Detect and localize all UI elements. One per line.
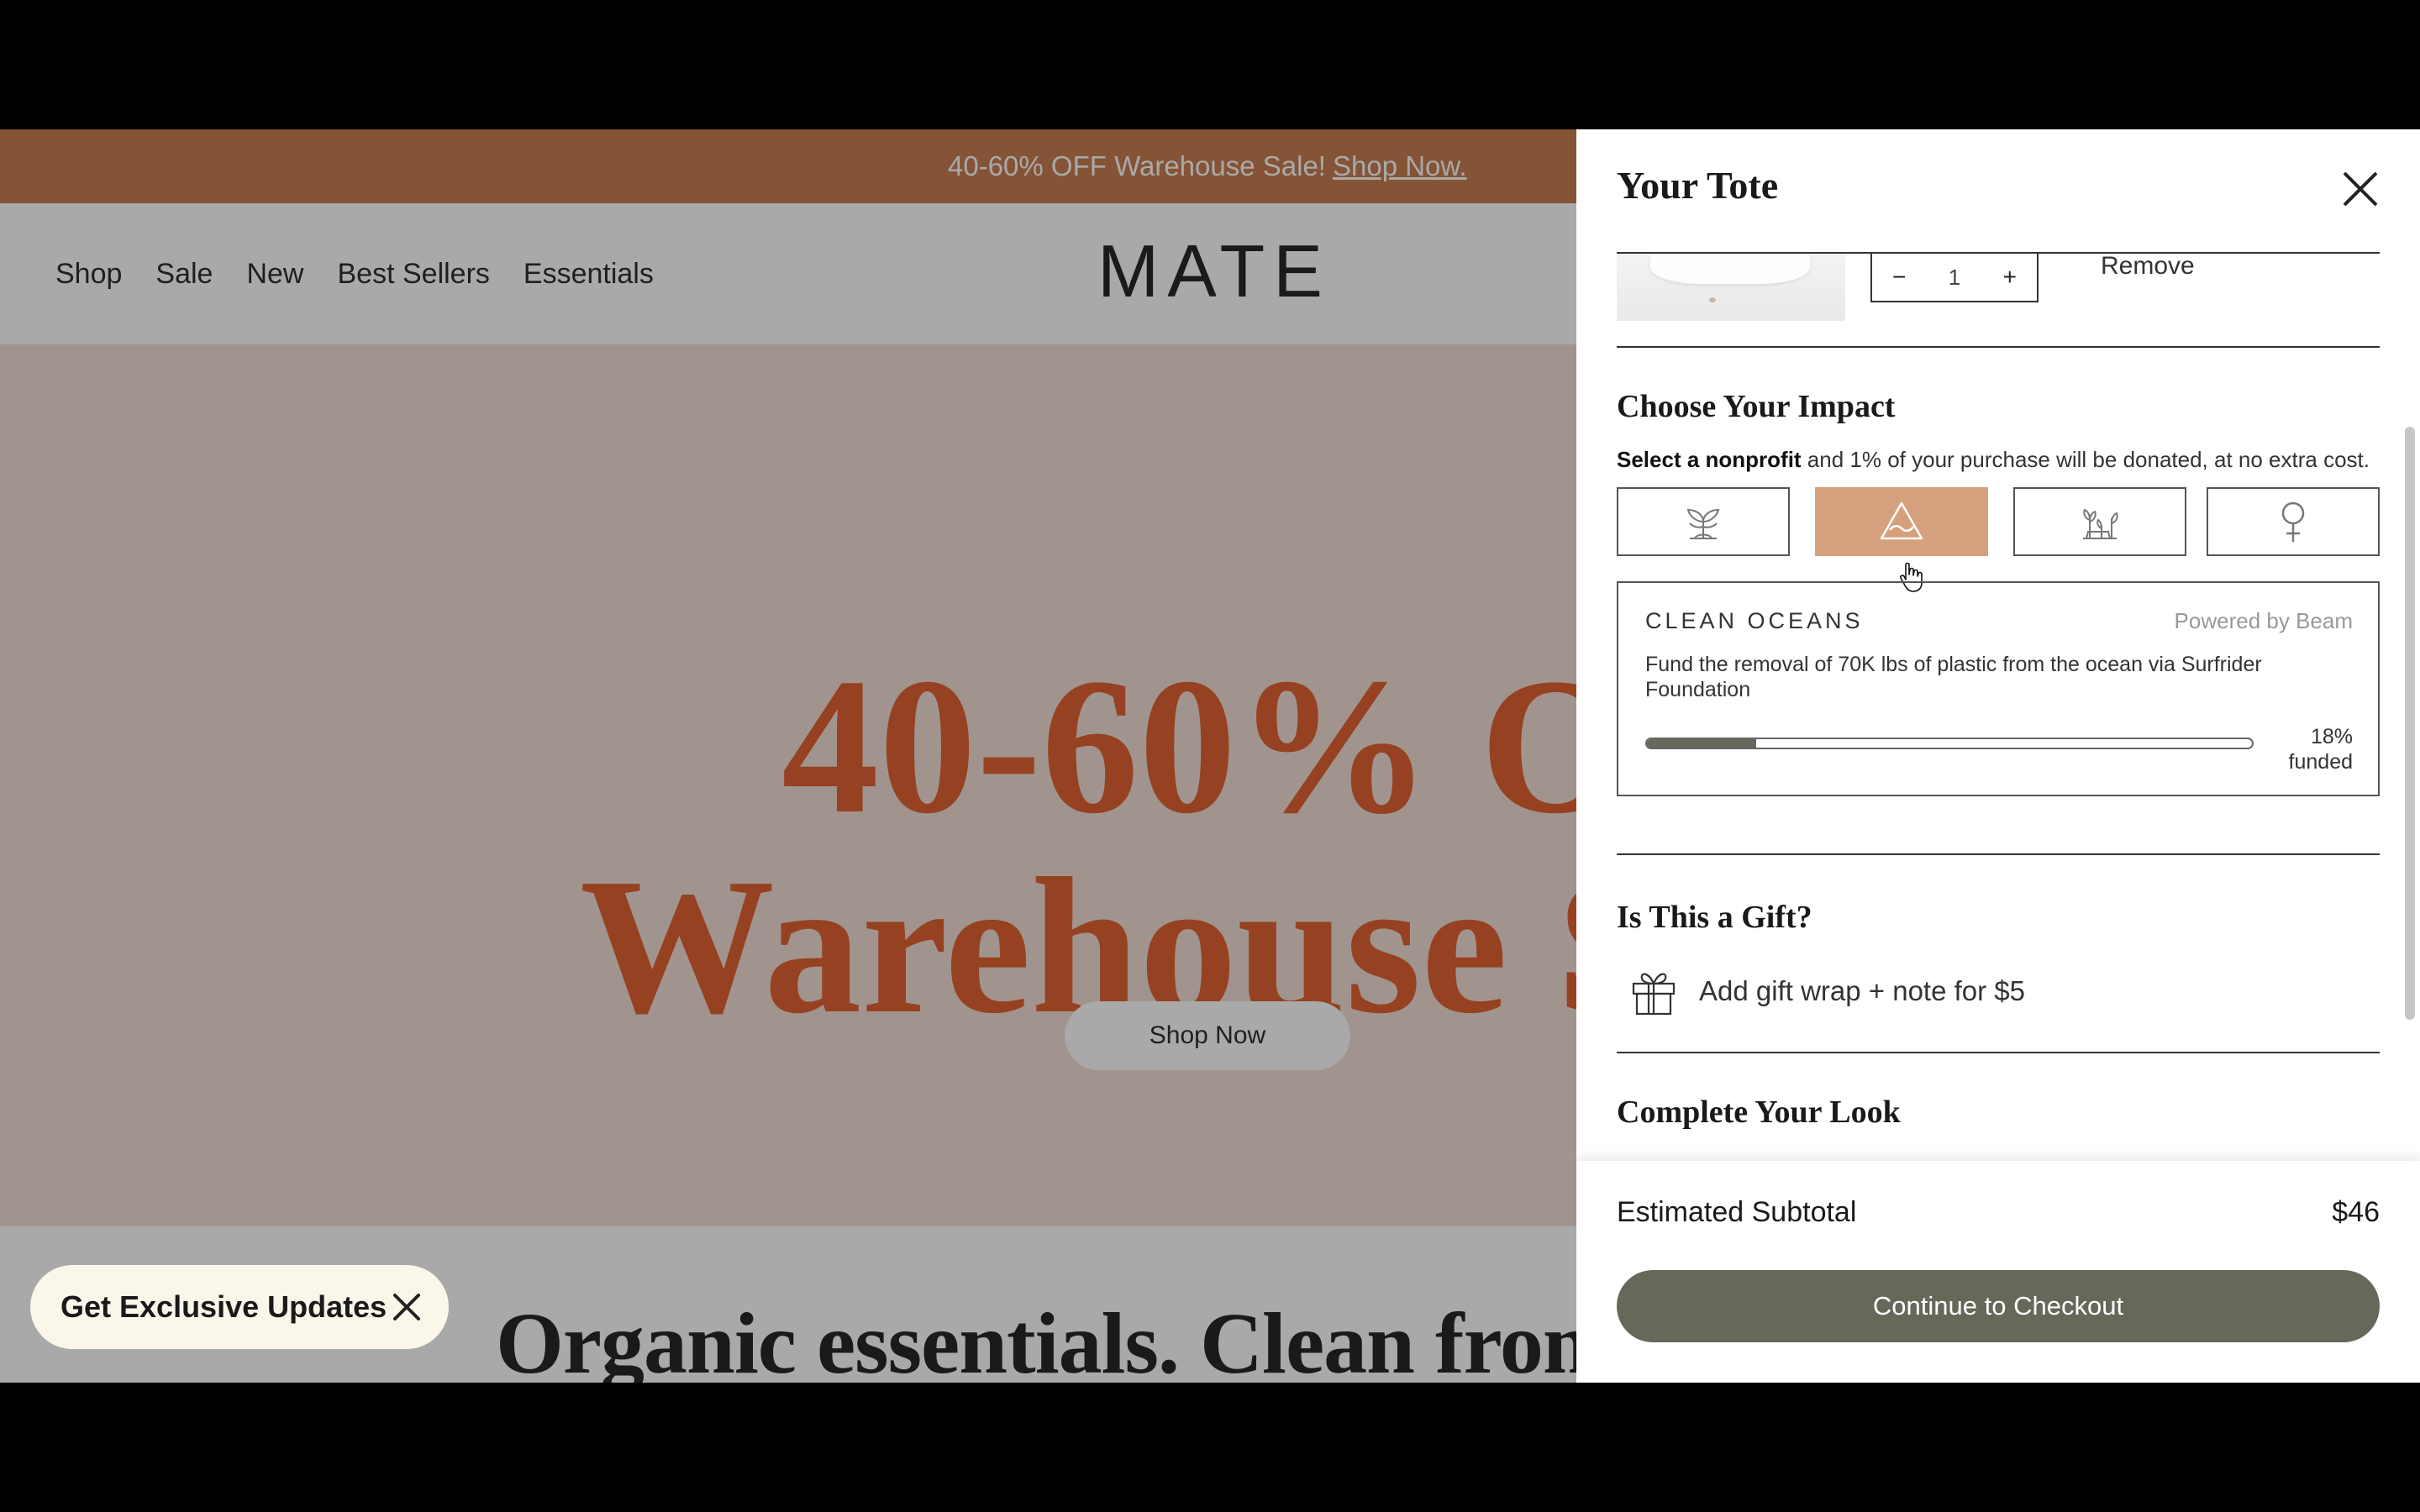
nonprofit-option-seedlings[interactable] — [2013, 487, 2186, 556]
nonprofit-name: CLEAN OCEANS — [1645, 608, 1864, 633]
nonprofit-option-clean-oceans[interactable] — [1815, 487, 1988, 556]
female-symbol-icon — [2281, 501, 2305, 542]
nonprofit-option-women[interactable] — [2207, 487, 2380, 556]
seedlings-icon — [2083, 508, 2118, 539]
impact-subtitle: Select a nonprofit and 1% of your purcha… — [1617, 447, 2370, 473]
impact-subtitle-bold: Select a nonprofit — [1617, 447, 1802, 472]
funded-label: 18% funded — [2289, 724, 2353, 774]
quantity-stepper: − 1 + — [1870, 252, 2039, 302]
updates-label: Get Exclusive Updates — [60, 1289, 387, 1324]
close-icon[interactable] — [2339, 168, 2381, 210]
funding-progress-fill — [1647, 739, 1756, 748]
checkout-button[interactable]: Continue to Checkout — [1617, 1270, 2380, 1342]
divider — [1617, 853, 2380, 855]
wave-triangle-icon — [1880, 501, 1923, 540]
impact-title: Choose Your Impact — [1617, 389, 1896, 424]
close-icon[interactable] — [387, 1287, 427, 1327]
drawer-scrollbar[interactable] — [2405, 427, 2415, 1020]
exclusive-updates-popup[interactable]: Get Exclusive Updates — [30, 1265, 449, 1349]
gift-title: Is This a Gift? — [1617, 900, 1812, 935]
gift-wrap-label: Add gift wrap + note for $5 — [1699, 975, 2025, 1006]
powered-by-label: Powered by Beam — [2174, 608, 2353, 633]
plant-icon — [1686, 508, 1720, 539]
subtotal-value: $46 — [2332, 1196, 2380, 1228]
plus-icon[interactable]: + — [2003, 264, 2017, 291]
quantity-value: 1 — [1948, 264, 1961, 290]
remove-item-link[interactable]: Remove — [2101, 252, 2195, 281]
impact-subtitle-rest: and 1% of your purchase will be donated,… — [1801, 447, 2370, 472]
nonprofit-description: Fund the removal of 70K lbs of plastic f… — [1645, 653, 2262, 701]
page-dim-overlay[interactable] — [0, 129, 1576, 1383]
gift-wrap-option[interactable]: Add gift wrap + note for $5 — [1630, 966, 2025, 1016]
browser-viewport: 40-60% OFF Warehouse Sale! Shop Now. Sho… — [0, 129, 2420, 1383]
gift-icon — [1632, 973, 1676, 1016]
funded-word: funded — [2288, 750, 2353, 774]
nonprofit-options — [1617, 487, 2380, 556]
tote-drawer: Your Tote − 1 + Remove Choose Your Impac… — [1576, 129, 2420, 1383]
tote-footer: Estimated Subtotal $46 Continue to Check… — [1576, 1161, 2420, 1383]
product-thumbnail[interactable] — [1617, 254, 1845, 321]
subtotal-label: Estimated Subtotal — [1617, 1196, 1857, 1228]
complete-look-title: Complete Your Look — [1617, 1095, 1901, 1130]
funding-progress-bar — [1645, 738, 2254, 749]
nonprofit-option-plant[interactable] — [1617, 487, 1790, 556]
divider — [1617, 346, 2380, 348]
tote-title: Your Tote — [1617, 164, 1779, 207]
nonprofit-detail-card: CLEAN OCEANS Powered by Beam Fund the re… — [1617, 581, 2380, 796]
minus-icon[interactable]: − — [1892, 264, 1906, 291]
funded-percent: 18% — [2310, 725, 2353, 748]
divider — [1617, 1052, 2380, 1053]
